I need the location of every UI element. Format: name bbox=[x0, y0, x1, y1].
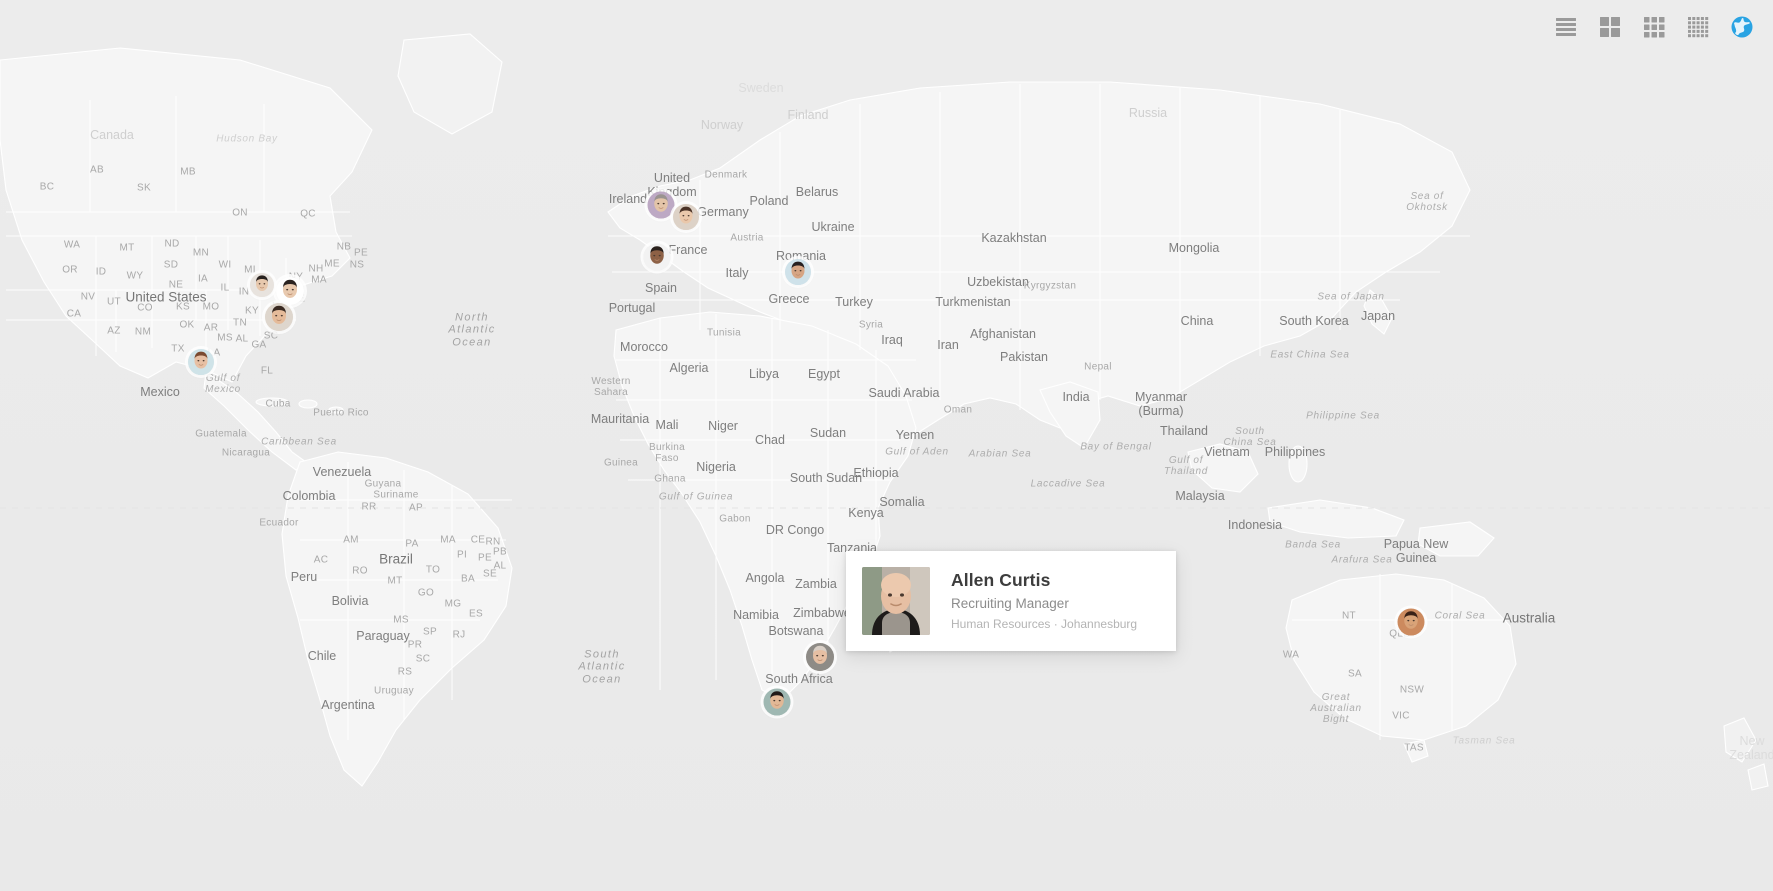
world-map-canvas[interactable] bbox=[0, 0, 1773, 891]
avatar-face-icon bbox=[250, 273, 274, 297]
map-avatar-marker[interactable] bbox=[265, 303, 293, 331]
map-avatar-marker[interactable] bbox=[763, 688, 791, 716]
avatar-face-icon bbox=[785, 259, 811, 285]
globe-icon[interactable] bbox=[1727, 12, 1757, 42]
profile-hover-card[interactable]: Allen Curtis Recruiting Manager Human Re… bbox=[846, 551, 1176, 651]
profile-role: Recruiting Manager bbox=[951, 596, 1069, 611]
avatar-face-icon bbox=[647, 191, 675, 219]
avatar-face-icon bbox=[763, 688, 791, 716]
avatar-face-icon bbox=[188, 349, 214, 375]
profile-meta: Human Resources · Johannesburg bbox=[951, 616, 1138, 631]
avatar-face-icon bbox=[276, 277, 304, 305]
list-view-icon[interactable] bbox=[1551, 12, 1581, 42]
profile-photo-image bbox=[862, 567, 930, 635]
grid-2x2-icon[interactable] bbox=[1595, 12, 1625, 42]
avatar-face-icon bbox=[643, 243, 671, 271]
map-avatar-marker[interactable] bbox=[673, 204, 699, 230]
avatar-face-icon bbox=[1397, 608, 1425, 636]
map-avatar-marker[interactable] bbox=[1397, 608, 1425, 636]
grid-fine-icon[interactable] bbox=[1683, 12, 1713, 42]
map-avatar-marker[interactable] bbox=[643, 243, 671, 271]
map-vector-layer bbox=[0, 0, 1773, 891]
map-application: North Atlantic Ocean South Atlantic Ocean… bbox=[0, 0, 1773, 891]
view-mode-toolbar bbox=[1551, 0, 1773, 54]
map-avatar-marker[interactable] bbox=[785, 259, 811, 285]
grid-3x3-icon[interactable] bbox=[1639, 12, 1669, 42]
map-avatar-marker[interactable] bbox=[276, 277, 304, 305]
map-avatar-marker[interactable] bbox=[188, 349, 214, 375]
map-avatar-marker[interactable] bbox=[806, 643, 834, 671]
profile-photo bbox=[862, 567, 930, 635]
map-avatar-marker[interactable] bbox=[250, 273, 274, 297]
avatar-face-icon bbox=[673, 204, 699, 230]
avatar-face-icon bbox=[265, 303, 293, 331]
profile-name: Allen Curtis bbox=[951, 570, 1051, 591]
map-avatar-marker[interactable] bbox=[647, 191, 675, 219]
profile-text-block: Allen Curtis Recruiting Manager Human Re… bbox=[930, 570, 1137, 632]
avatar-face-icon bbox=[806, 643, 834, 671]
